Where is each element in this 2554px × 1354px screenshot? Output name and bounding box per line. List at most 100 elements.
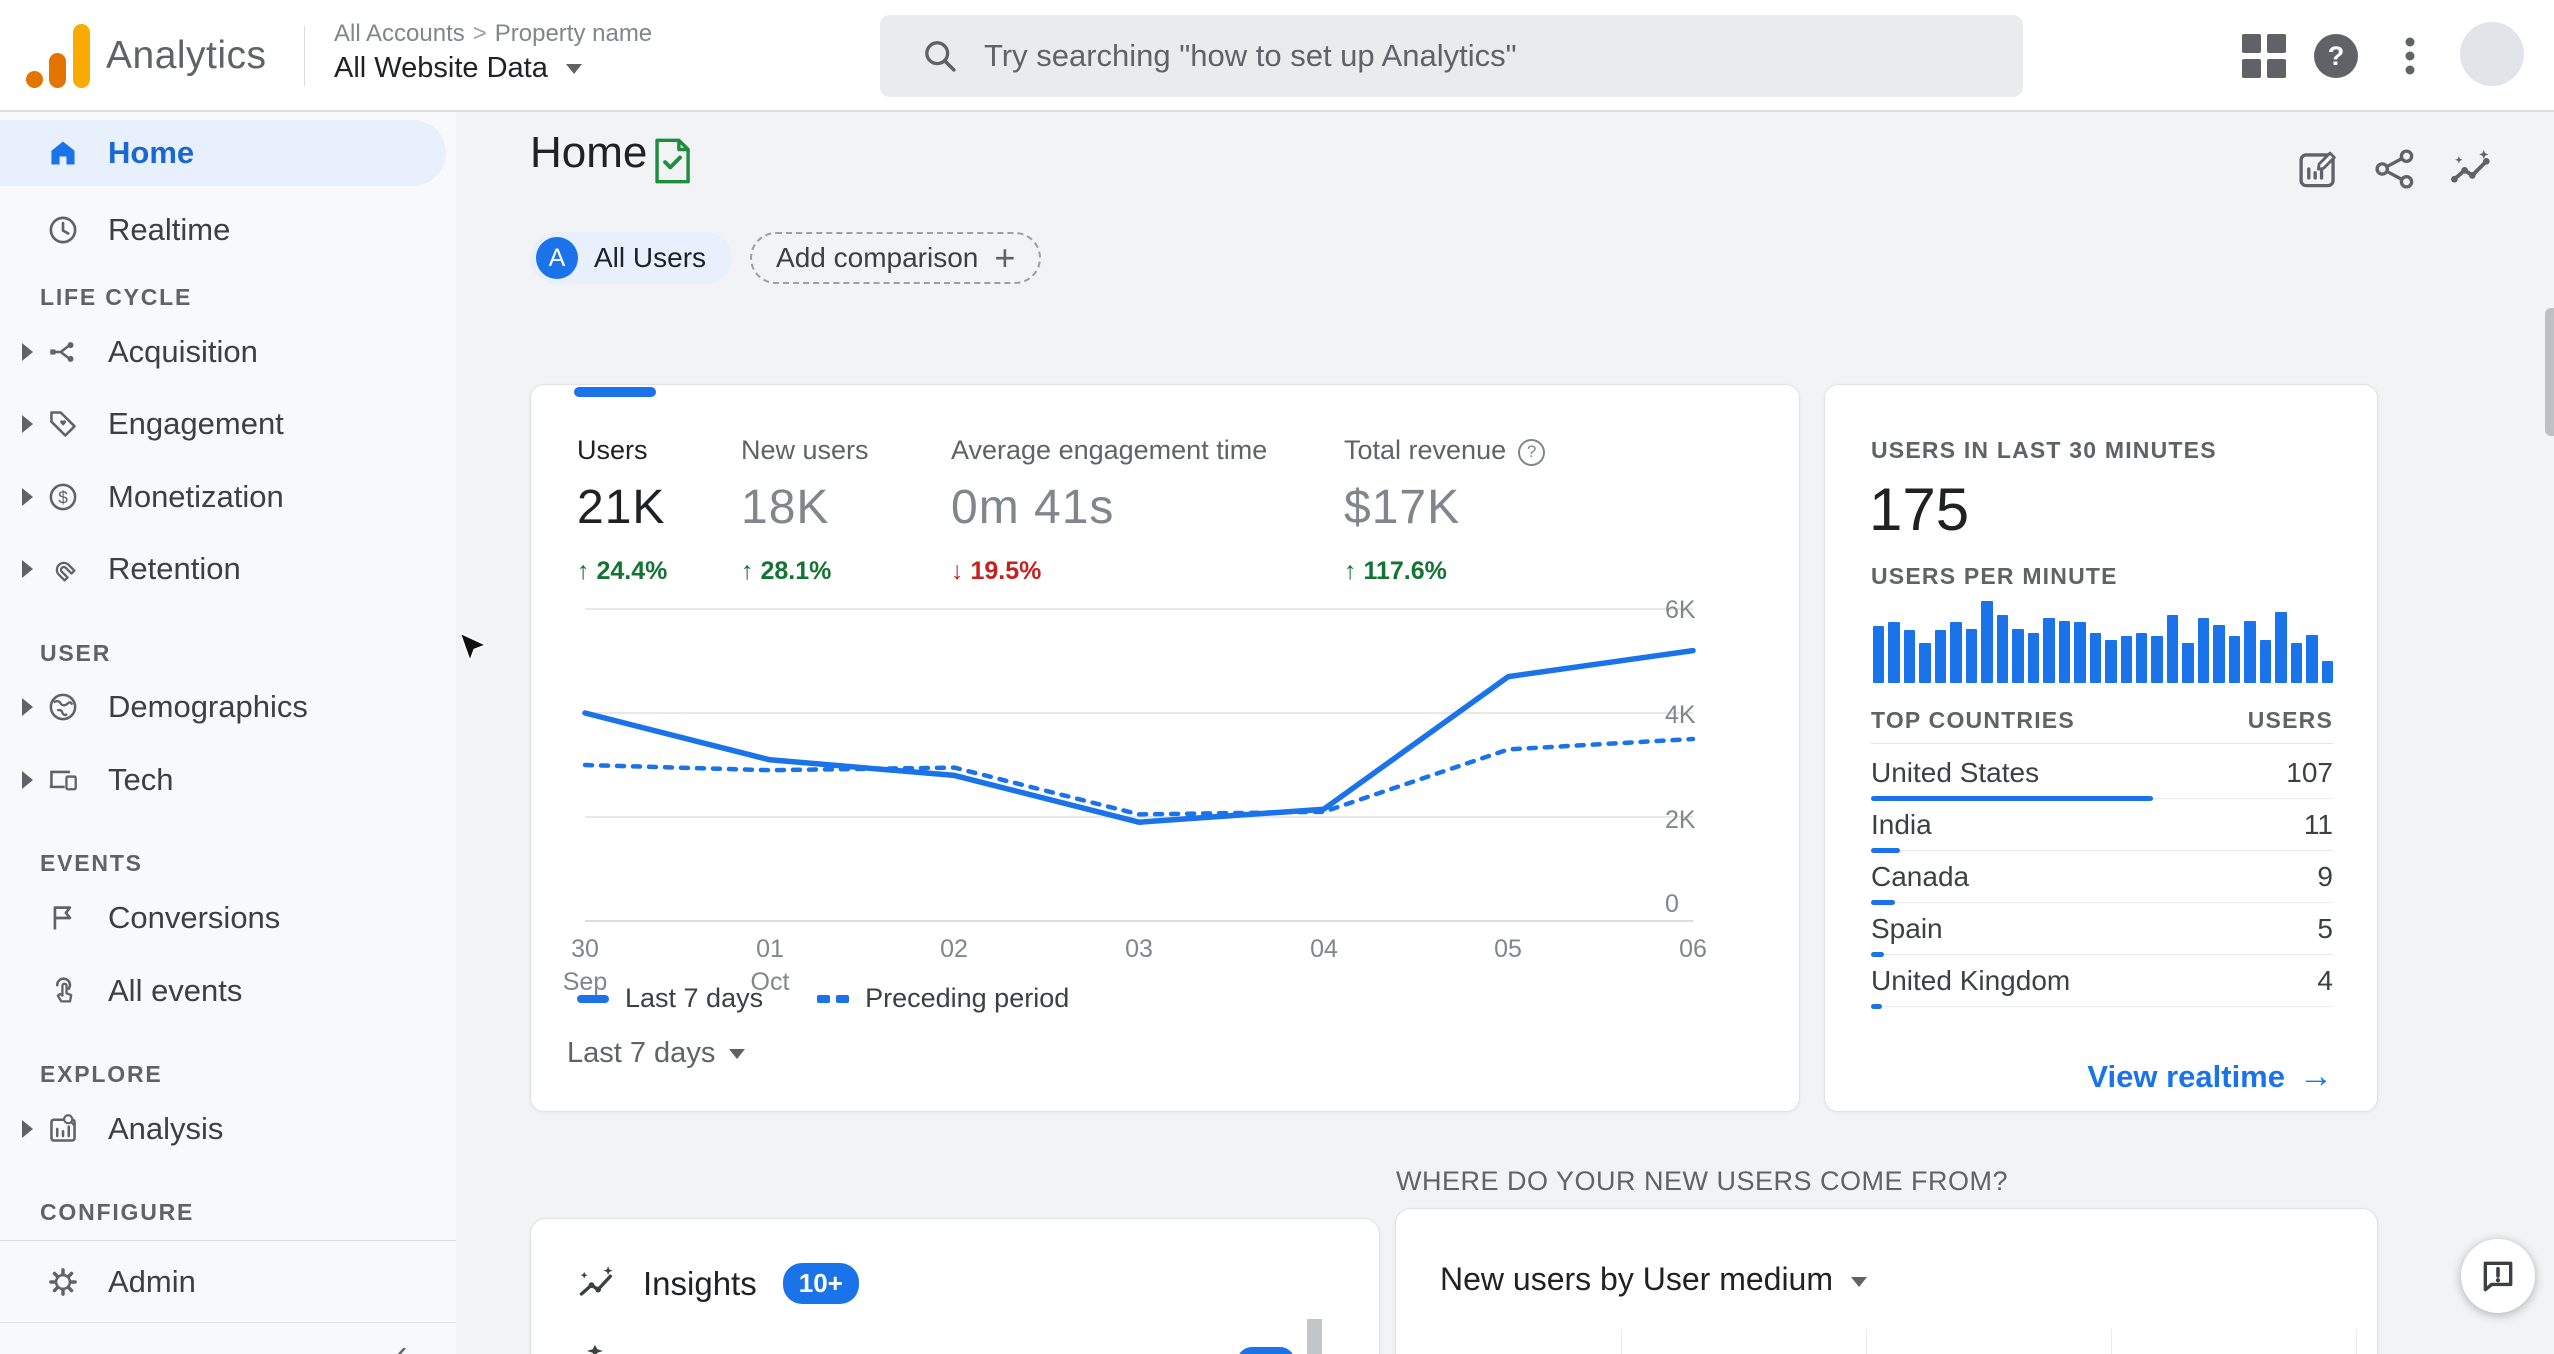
expand-caret-icon[interactable] — [22, 771, 33, 789]
chart-gridline — [2356, 1329, 2357, 1354]
insight-new-badge — [1237, 1347, 1295, 1354]
new-users-card-title-label: New users by User medium — [1440, 1261, 1833, 1297]
section-life-cycle: LIFE CYCLE — [40, 284, 193, 310]
sidebar-item-retention[interactable]: Retention — [0, 539, 456, 599]
expand-caret-icon[interactable] — [22, 560, 33, 578]
country-name: Spain — [1871, 913, 1943, 944]
page-title: Home — [530, 128, 648, 177]
chevron-down-icon — [1851, 1276, 1867, 1287]
breadcrumb[interactable]: All Accounts > Property name — [334, 20, 652, 48]
metric-new-users[interactable]: New users 18K ↑ 28.1% — [741, 435, 869, 586]
report-verified-icon — [652, 138, 692, 189]
collapse-sidebar-icon[interactable]: ‹ — [396, 1334, 407, 1354]
all-users-chip[interactable]: A All Users — [530, 232, 733, 284]
comparison-chips: A All Users Add comparison + — [530, 232, 1042, 284]
nav-label: Conversions — [108, 900, 281, 935]
sidebar-item-admin[interactable]: Admin — [0, 1252, 456, 1312]
metric-label: Users — [577, 435, 648, 465]
country-row[interactable]: United Kingdom 4 — [1871, 955, 2333, 1009]
sidebar-item-conversions[interactable]: Conversions — [0, 888, 456, 948]
x-tick: 06 — [1679, 935, 1707, 963]
minute-bar — [2244, 621, 2256, 683]
add-comparison-label: Add comparison — [776, 242, 979, 273]
insights-scrollbar[interactable] — [1307, 1319, 1322, 1354]
feedback-button[interactable] — [2461, 1239, 2535, 1313]
metric-label: New users — [741, 435, 869, 465]
home-icon — [48, 138, 78, 168]
retention-icon — [48, 554, 78, 584]
kebab-menu-icon[interactable] — [2384, 30, 2436, 82]
touch-icon — [48, 976, 78, 1006]
sidebar-item-monetization[interactable]: $ Monetization — [0, 467, 456, 527]
chart-legend: Last 7 days Preceding period — [577, 983, 1069, 1014]
report-actions — [2296, 146, 2494, 192]
section-explore: EXPLORE — [40, 1061, 163, 1087]
product-name: Analytics — [106, 34, 267, 77]
insights-icon[interactable] — [2448, 146, 2494, 192]
help-tooltip-icon[interactable]: ? — [1518, 438, 1546, 466]
country-users: 11 — [2303, 809, 2333, 840]
property-selector[interactable]: All Website Data — [334, 52, 582, 85]
period-selector[interactable]: Last 7 days — [567, 1037, 746, 1070]
svg-text:$: $ — [58, 487, 68, 507]
insights-count-badge: 10+ — [782, 1263, 859, 1304]
country-users: 107 — [2286, 757, 2333, 788]
gear-icon — [48, 1267, 78, 1297]
last-7-days-line — [582, 647, 1696, 825]
country-row[interactable]: United States 107 — [1871, 747, 2333, 801]
sidebar-item-acquisition[interactable]: Acquisition — [0, 322, 456, 382]
share-icon[interactable] — [2372, 146, 2418, 192]
expand-caret-icon[interactable] — [22, 415, 33, 433]
sidebar-item-realtime[interactable]: Realtime — [0, 200, 456, 260]
customize-report-icon[interactable] — [2296, 146, 2342, 192]
country-users: 4 — [2317, 965, 2333, 996]
flag-icon — [48, 903, 78, 933]
users-trend-chart[interactable] — [577, 585, 1755, 929]
search-input[interactable] — [984, 38, 1884, 74]
chart-gridline — [1621, 1329, 1622, 1354]
audience-a-icon: A — [536, 237, 578, 279]
country-row[interactable]: Spain 5 — [1871, 903, 2333, 957]
country-row[interactable]: India 11 — [1871, 799, 2333, 853]
analytics-logo-icon[interactable] — [26, 24, 90, 88]
sidebar: Home Realtime LIFE CYCLE Acquisition Eng… — [0, 112, 456, 1354]
country-name: India — [1871, 809, 1932, 840]
users-30min-value: 175 — [1869, 476, 1970, 543]
sidebar-item-demographics[interactable]: Demographics — [0, 677, 456, 737]
breadcrumb-account[interactable]: All Accounts — [334, 20, 465, 47]
sidebar-item-engagement[interactable]: Engagement — [0, 394, 456, 454]
avatar[interactable] — [2460, 22, 2524, 86]
country-users: 9 — [2317, 861, 2333, 892]
country-row[interactable]: Canada 9 — [1871, 851, 2333, 905]
sidebar-item-analysis[interactable]: Analysis — [0, 1099, 456, 1159]
new-users-card-title[interactable]: New users by User medium — [1440, 1261, 1867, 1298]
help-icon[interactable]: ? — [2310, 30, 2362, 82]
sidebar-item-tech[interactable]: Tech — [0, 750, 456, 810]
breadcrumb-property[interactable]: Property name — [495, 20, 652, 47]
expand-caret-icon[interactable] — [22, 488, 33, 506]
search-bar[interactable] — [880, 15, 2023, 97]
country-name: United Kingdom — [1871, 965, 2071, 996]
view-realtime-link[interactable]: View realtime → — [2087, 1057, 2333, 1096]
metric-engagement-time[interactable]: Average engagement time 0m 41s ↓ 19.5% — [951, 435, 1267, 586]
window-scrollbar[interactable] — [2545, 308, 2554, 436]
minute-bar — [2166, 615, 2179, 683]
nav-label: Admin — [108, 1264, 196, 1299]
metric-total-revenue[interactable]: Total revenue? $17K ↑ 117.6% — [1344, 435, 1546, 586]
minute-bar — [2306, 635, 2318, 683]
apps-grid-icon[interactable] — [2238, 30, 2290, 82]
sidebar-item-all-events[interactable]: All events — [0, 961, 456, 1021]
metric-users[interactable]: Users 21K ↑ 24.4% — [577, 435, 667, 586]
add-comparison-button[interactable]: Add comparison + — [750, 232, 1042, 284]
sidebar-item-home[interactable]: Home — [0, 120, 446, 186]
arrow-right-icon: → — [2299, 1057, 2333, 1095]
expand-caret-icon[interactable] — [22, 698, 33, 716]
legend-label: Last 7 days — [625, 983, 764, 1013]
expand-caret-icon[interactable] — [22, 343, 33, 361]
engagement-icon — [48, 409, 78, 439]
users-per-minute-chart[interactable] — [1873, 601, 2334, 683]
nav-label: All events — [108, 973, 243, 1008]
minute-bar — [1873, 626, 1885, 683]
expand-caret-icon[interactable] — [22, 1120, 33, 1138]
metric-value: 21K — [577, 481, 666, 534]
